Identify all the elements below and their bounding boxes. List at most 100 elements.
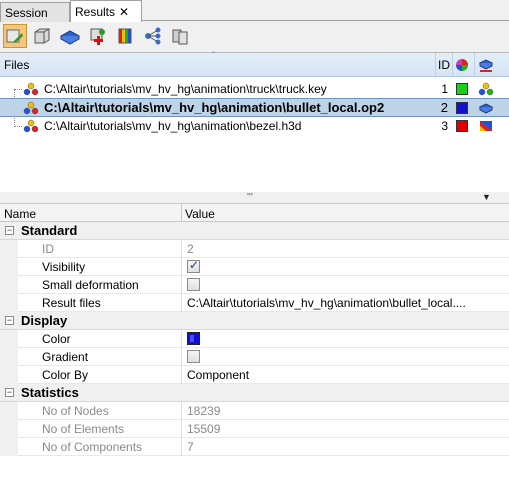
prop-name: No of Components — [42, 440, 143, 454]
group-title: Display — [21, 313, 68, 328]
checkmark-icon: ✓ — [189, 258, 200, 272]
prop-row-nodes: No of Nodes 18239 — [0, 402, 509, 420]
model-icon — [23, 82, 39, 96]
display-mode-icon[interactable] — [478, 57, 494, 73]
file-color-swatch[interactable] — [456, 120, 468, 132]
model-icon — [23, 101, 39, 115]
row-gutter — [0, 240, 18, 258]
file-id: 1 — [441, 82, 448, 96]
value-column-header[interactable]: Value — [185, 207, 215, 221]
prop-name: ID — [42, 242, 54, 256]
column-divider[interactable] — [474, 53, 475, 77]
prop-name: Color By — [42, 368, 89, 382]
file-path: C:\Altair\tutorials\mv_hv_hg\animation\b… — [44, 119, 302, 133]
prop-row-result-files: Result files C:\Altair\tutorials\mv_hv_h… — [0, 294, 509, 312]
row-divider — [181, 276, 182, 294]
file-color-swatch[interactable] — [456, 102, 468, 114]
column-divider[interactable] — [435, 53, 436, 77]
row-gutter — [0, 330, 18, 348]
box-icon — [34, 28, 50, 44]
row-gutter — [0, 258, 18, 276]
row-gutter — [0, 276, 18, 294]
tree-network-icon — [145, 27, 161, 45]
file-row-selected[interactable]: C:\Altair\tutorials\mv_hv_hg\animation\b… — [0, 98, 509, 117]
group-title: Standard — [21, 223, 78, 238]
color-wheel-icon[interactable] — [455, 58, 469, 72]
row-divider — [181, 258, 182, 276]
row-divider — [181, 294, 182, 312]
file-row[interactable]: C:\Altair\tutorials\mv_hv_hg\animation\t… — [0, 80, 509, 99]
model-layer-icon — [59, 30, 81, 45]
properties-grid: Name Value − Standard ID 2 Visibility ✓ … — [0, 203, 509, 503]
row-divider — [181, 366, 182, 384]
row-divider — [181, 420, 182, 438]
row-gutter — [0, 366, 18, 384]
tree-network-button[interactable] — [141, 24, 165, 48]
box-button[interactable] — [30, 24, 54, 48]
prop-row-color-by: Color By Component — [0, 366, 509, 384]
column-divider[interactable] — [452, 53, 453, 77]
tab-session-label: Session — [5, 6, 48, 20]
row-divider — [181, 438, 182, 456]
model-icon[interactable] — [478, 82, 494, 96]
tab-results[interactable]: Results ✕ — [70, 0, 142, 22]
files-column-header[interactable]: Files — [4, 58, 29, 72]
panel-splitter[interactable]: ''' ▼ — [0, 192, 509, 203]
prop-row-gradient: Gradient — [0, 348, 509, 366]
add-component-button[interactable] — [86, 24, 110, 48]
row-gutter — [0, 348, 18, 366]
contour-icon — [118, 28, 132, 44]
cylinder-stack-button[interactable] — [168, 24, 192, 48]
file-path: C:\Altair\tutorials\mv_hv_hg\animation\t… — [44, 82, 327, 96]
small-deformation-checkbox[interactable] — [187, 278, 200, 291]
file-row[interactable]: C:\Altair\tutorials\mv_hv_hg\animation\b… — [0, 117, 509, 136]
prop-row-id: ID 2 — [0, 240, 509, 258]
shaded-mode-icon[interactable] — [478, 101, 494, 115]
prop-name: Result files — [42, 296, 101, 310]
sort-indicator[interactable]: ˆ — [212, 51, 215, 62]
chevron-down-icon[interactable]: ▼ — [482, 192, 491, 202]
column-divider[interactable] — [181, 204, 182, 223]
properties-header: Name Value — [0, 203, 509, 223]
file-id: 3 — [441, 119, 448, 133]
prop-name: Visibility — [42, 260, 86, 274]
files-header: ˆ Files ID — [0, 51, 509, 77]
gradient-checkbox[interactable] — [187, 350, 200, 363]
prop-row-elements: No of Elements 15509 — [0, 420, 509, 438]
prop-value: 2 — [187, 242, 194, 256]
collapse-icon[interactable]: − — [5, 226, 14, 235]
group-standard[interactable]: − Standard — [0, 222, 509, 240]
row-gutter — [0, 420, 18, 438]
tab-session[interactable]: Session — [0, 2, 70, 22]
contour-button[interactable] — [113, 24, 137, 48]
prop-name: Gradient — [42, 350, 89, 364]
prop-name: Small deformation — [42, 278, 139, 292]
row-divider — [181, 240, 182, 258]
name-column-header[interactable]: Name — [4, 207, 36, 221]
model-layer-button[interactable] — [58, 24, 82, 48]
prop-row-color: Color — [0, 330, 509, 348]
results-toolbar — [0, 22, 509, 50]
row-gutter — [0, 294, 18, 312]
close-icon[interactable]: ✕ — [119, 5, 129, 19]
visibility-checkbox[interactable]: ✓ — [187, 258, 200, 273]
group-display[interactable]: − Display — [0, 312, 509, 330]
load-results-button[interactable] — [3, 24, 27, 48]
id-column-header[interactable]: ID — [438, 58, 450, 72]
result-files-value[interactable]: C:\Altair\tutorials\mv_hv_hg\animation\b… — [187, 296, 505, 310]
prop-name: Color — [42, 332, 71, 346]
contour-mode-icon[interactable] — [478, 119, 494, 133]
prop-value: 7 — [187, 440, 194, 454]
row-divider — [181, 330, 182, 348]
row-divider — [181, 402, 182, 420]
file-path: C:\Altair\tutorials\mv_hv_hg\animation\b… — [44, 100, 385, 115]
collapse-icon[interactable]: − — [5, 388, 14, 397]
color-by-select[interactable]: Component — [187, 368, 505, 382]
group-statistics[interactable]: − Statistics — [0, 384, 509, 402]
color-swatch[interactable] — [187, 332, 200, 345]
splitter-grip[interactable]: ''' — [247, 192, 253, 203]
panel-tabstrip: Session Results ✕ — [0, 0, 509, 22]
prop-value: 15509 — [187, 422, 221, 436]
collapse-icon[interactable]: − — [5, 316, 14, 325]
file-color-swatch[interactable] — [456, 83, 468, 95]
